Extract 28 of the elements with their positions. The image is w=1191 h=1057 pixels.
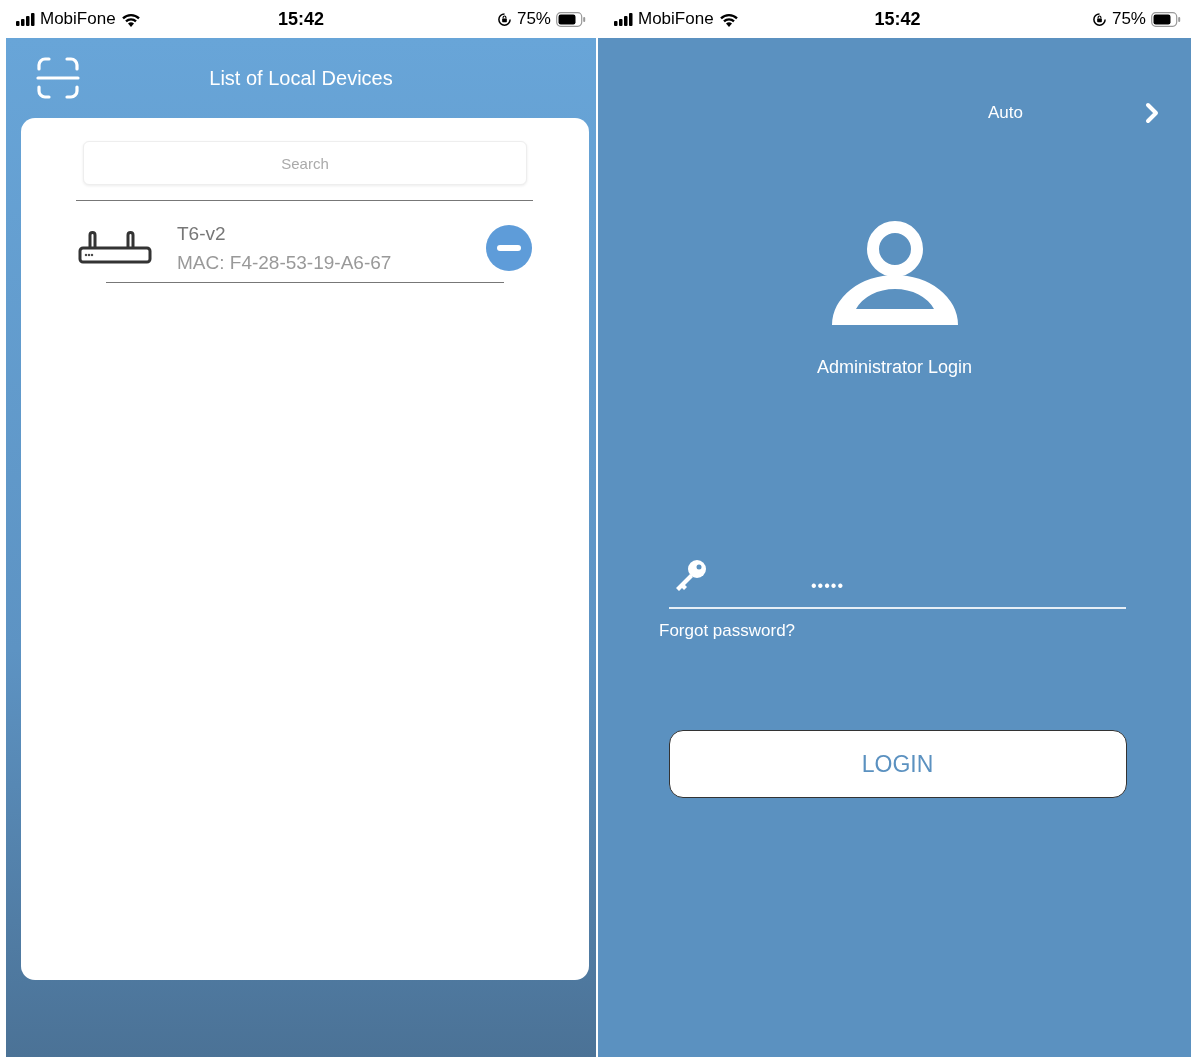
carrier-name: MobiFone	[40, 9, 116, 29]
device-name: T6-v2	[177, 222, 227, 245]
mode-label: Auto	[988, 103, 1023, 123]
signal-icon	[614, 12, 633, 26]
rotation-lock-icon	[1091, 11, 1107, 27]
battery-percent: 75%	[516, 9, 551, 29]
remove-icon[interactable]	[486, 225, 532, 271]
battery-percent: 75%	[1111, 9, 1146, 29]
clock-time: 15:42	[874, 8, 921, 30]
chevron-right-icon[interactable]	[1145, 102, 1159, 124]
password-field[interactable]: •••••	[811, 577, 1011, 595]
rotation-lock-icon	[496, 11, 512, 27]
battery-icon	[1151, 11, 1181, 27]
screen-title: List of Local Devices	[209, 66, 393, 90]
login-title: Administrator Login	[816, 357, 973, 378]
device-mac: MAC: F4-28-53-19-A6-67	[177, 251, 393, 274]
scan-icon[interactable]	[36, 56, 80, 100]
forgot-password-link[interactable]: Forgot password?	[659, 621, 796, 641]
wifi-icon	[120, 11, 141, 27]
router-icon	[78, 231, 152, 265]
wifi-icon	[718, 11, 739, 27]
login-button[interactable]: LOGIN	[668, 730, 1127, 798]
clock-time: 15:42	[277, 8, 324, 30]
carrier-name: MobiFone	[638, 9, 714, 29]
battery-icon	[556, 11, 586, 27]
search-field[interactable]: Search	[83, 141, 527, 185]
user-icon	[831, 221, 958, 327]
signal-icon	[16, 12, 35, 26]
